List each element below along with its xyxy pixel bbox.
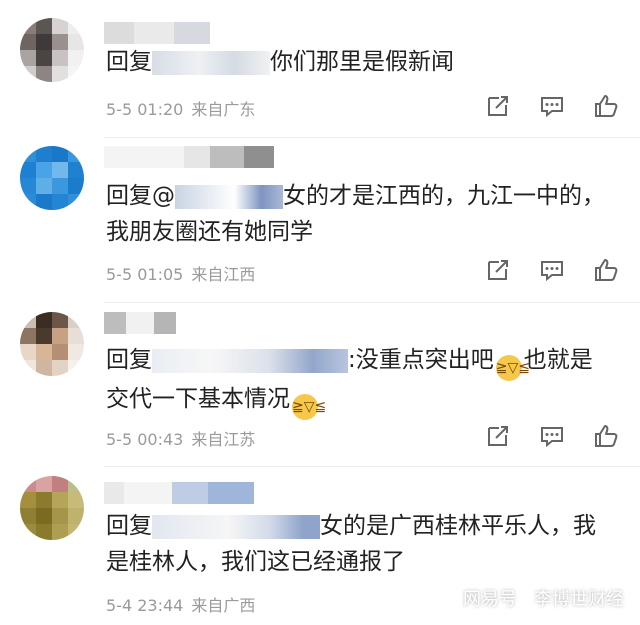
like-icon[interactable] — [592, 92, 620, 120]
comment-text: 回复@ 女的才是江西的，九江一中的， 我朋友圈还有她同学 — [106, 183, 605, 245]
share-icon[interactable] — [484, 422, 512, 450]
avatar[interactable] — [20, 146, 84, 210]
location: 来自江苏 — [191, 430, 256, 449]
username-redacted[interactable] — [104, 146, 274, 168]
divider — [104, 137, 640, 138]
watermark-brand: 网易号 — [463, 589, 517, 610]
avatar[interactable] — [20, 312, 84, 376]
username-redacted[interactable] — [104, 482, 254, 504]
location: 来自广西 — [191, 596, 256, 615]
timestamp: 5-5 00:43 — [106, 430, 184, 449]
laughing-emoji-icon: ≧▽≦ — [495, 355, 530, 381]
watermark-separator — [525, 589, 526, 607]
comment-icon[interactable] — [538, 422, 566, 450]
location: 来自江西 — [191, 265, 256, 284]
comment-meta: 5-5 01:05 来自江西 — [106, 261, 255, 285]
comment-actions — [484, 422, 620, 450]
laughing-emoji-icon: ≧▽≦ — [292, 394, 326, 420]
comment-meta: 5-4 23:44 来自广西 — [106, 592, 255, 616]
mention-redacted[interactable] — [152, 514, 320, 539]
username-redacted[interactable] — [104, 312, 176, 334]
comment-text: 回复:没重点突出吧 ≧▽≦也就是 交代一下基本情况 ≧▽≦ — [106, 342, 616, 420]
watermark-author: 李博世财经 — [534, 589, 624, 610]
timestamp: 5-5 01:20 — [106, 100, 184, 119]
timestamp: 5-4 23:44 — [106, 596, 184, 615]
comment-icon[interactable] — [538, 92, 566, 120]
username-redacted[interactable] — [104, 22, 210, 44]
like-icon[interactable] — [592, 256, 620, 284]
like-icon[interactable] — [592, 422, 620, 450]
mention-redacted[interactable] — [175, 184, 283, 209]
comment-actions — [484, 256, 620, 284]
divider — [104, 302, 640, 303]
watermark: 网易号 李博世财经 — [463, 585, 624, 611]
mention-redacted[interactable] — [152, 348, 348, 373]
avatar[interactable] — [20, 476, 84, 540]
comment-meta: 5-5 00:43 来自江苏 — [106, 426, 255, 450]
mention-redacted[interactable] — [152, 50, 270, 75]
comment-text: 回复 你们那里是假新闻 — [106, 49, 454, 75]
comment-meta: 5-5 01:20 来自广东 — [106, 96, 255, 120]
comment-text: 回复 女的是广西桂林平乐人，我 是桂林人，我们这已经通报了 — [106, 513, 596, 575]
comment-actions — [484, 92, 620, 120]
location: 来自广东 — [191, 100, 256, 119]
comment-icon[interactable] — [538, 256, 566, 284]
share-icon[interactable] — [484, 256, 512, 284]
avatar[interactable] — [20, 18, 84, 82]
timestamp: 5-5 01:05 — [106, 265, 184, 284]
divider — [104, 466, 640, 467]
share-icon[interactable] — [484, 92, 512, 120]
